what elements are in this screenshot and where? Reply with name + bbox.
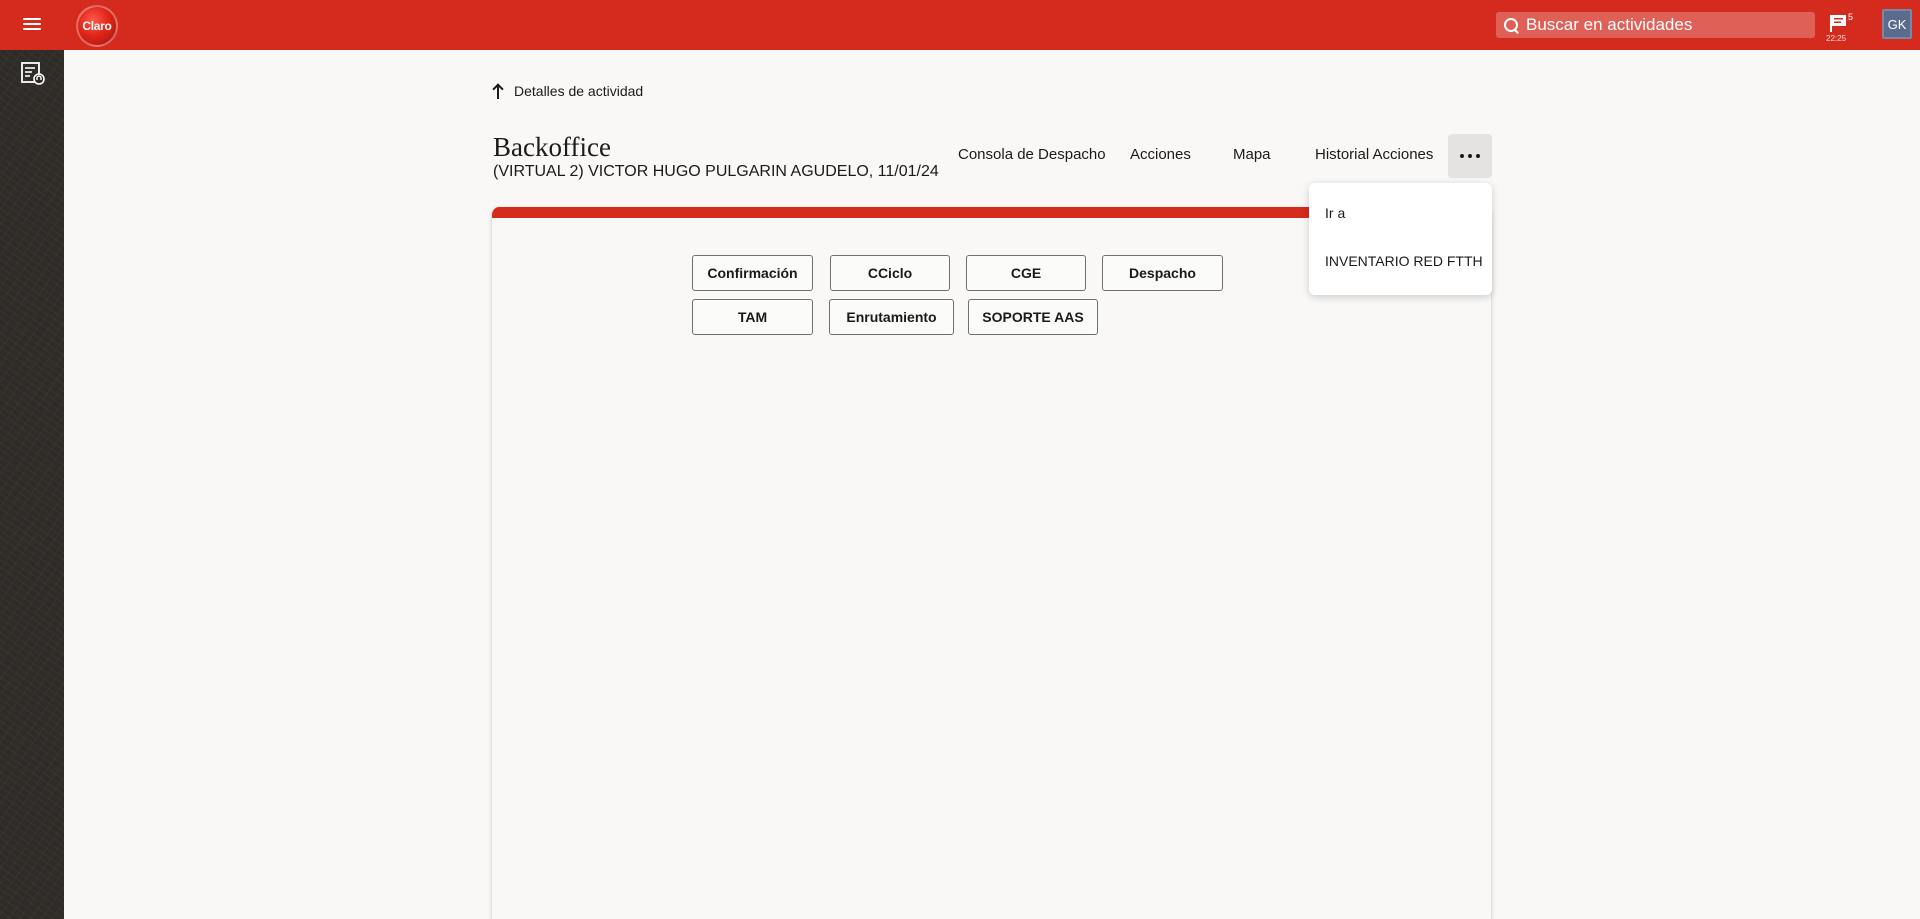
menu-icon[interactable]: [21, 15, 43, 33]
user-avatar[interactable]: GK: [1882, 9, 1912, 39]
cciclo-button[interactable]: CCiclo: [830, 255, 950, 291]
notification-count: 5: [1848, 12, 1854, 22]
enrutamiento-button[interactable]: Enrutamiento: [829, 299, 954, 335]
page-title: Backoffice: [493, 132, 611, 162]
tab-consola-de-despacho[interactable]: Consola de Despacho: [958, 146, 1106, 163]
dot-icon: [1468, 154, 1472, 158]
tam-button[interactable]: TAM: [692, 299, 813, 335]
cge-button[interactable]: CGE: [966, 255, 1086, 291]
more-options-menu: Ir a INVENTARIO RED FTTH: [1309, 183, 1492, 295]
logo-text: Claro: [82, 19, 112, 33]
sidebar: [0, 50, 64, 919]
user-initials: GK: [1887, 16, 1907, 32]
more-options-button[interactable]: [1448, 134, 1492, 178]
tab-acciones[interactable]: Acciones: [1130, 146, 1191, 163]
activity-list-icon[interactable]: [20, 60, 46, 86]
arrow-up-icon: [492, 82, 504, 100]
dot-icon: [1476, 154, 1480, 158]
message-flag-icon: [1830, 15, 1846, 32]
soporte-aas-button[interactable]: SOPORTE AAS: [968, 299, 1098, 335]
notifications-button[interactable]: 5 22:25: [1826, 12, 1858, 44]
menu-item-ir-a[interactable]: Ir a: [1325, 205, 1345, 221]
despacho-button[interactable]: Despacho: [1102, 255, 1223, 291]
tab-historial-acciones[interactable]: Historial Acciones: [1315, 146, 1433, 163]
search-input[interactable]: [1522, 12, 1815, 38]
page-subtitle: (VIRTUAL 2) VICTOR HUGO PULGARIN AGUDELO…: [493, 163, 939, 180]
search-icon: [1496, 12, 1522, 38]
top-bar: Claro 5 22:25 GK: [0, 0, 1920, 50]
back-to-activity-details[interactable]: Detalles de actividad: [492, 82, 643, 100]
search-box[interactable]: [1496, 12, 1815, 38]
menu-item-inventario-red-ftth[interactable]: INVENTARIO RED FTTH: [1325, 253, 1483, 269]
back-link-label: Detalles de actividad: [514, 83, 644, 99]
claro-logo[interactable]: Claro: [76, 5, 118, 47]
tab-mapa[interactable]: Mapa: [1233, 146, 1271, 163]
content-panel: Confirmación CCiclo CGE Despacho TAM Enr…: [491, 207, 1492, 919]
confirmacion-button[interactable]: Confirmación: [692, 255, 813, 291]
notification-time: 22:25: [1826, 34, 1847, 43]
dot-icon: [1460, 154, 1464, 158]
